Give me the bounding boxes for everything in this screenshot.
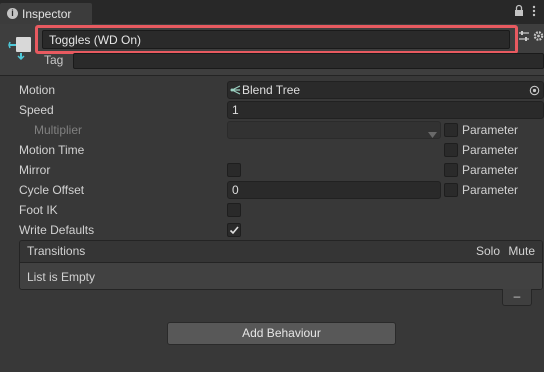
- state-name-field[interactable]: Toggles (WD On): [42, 30, 510, 49]
- checkmark-icon: [229, 226, 239, 235]
- write-defaults-row: Write Defaults: [0, 220, 544, 240]
- cycle-offset-field[interactable]: 0: [227, 181, 441, 199]
- solo-column-header: Solo: [475, 244, 500, 258]
- multiplier-row: Multiplier Parameter: [0, 120, 544, 140]
- tag-label: Tag: [44, 53, 64, 67]
- mirror-checkbox[interactable]: [227, 163, 241, 177]
- mirror-row: Mirror Parameter: [0, 160, 544, 180]
- state-header: Toggles (WD On) Tag: [0, 24, 544, 76]
- transitions-body: List is Empty: [20, 263, 542, 289]
- motion-time-row: Motion Time Parameter: [0, 140, 544, 160]
- multiplier-parameter-label: Parameter: [462, 123, 519, 137]
- transitions-header: Transitions Solo Mute: [20, 241, 542, 263]
- motion-time-parameter-checkbox[interactable]: [444, 143, 458, 157]
- mirror-parameter-label: Parameter: [462, 163, 519, 177]
- blend-tree-icon: [230, 84, 242, 100]
- cycle-offset-label: Cycle Offset: [19, 183, 85, 197]
- object-picker-icon[interactable]: [529, 84, 540, 100]
- multiplier-dropdown: [227, 121, 441, 139]
- foot-ik-row: Foot IK: [0, 200, 544, 220]
- speed-label: Speed: [19, 103, 54, 117]
- lock-icon[interactable]: [514, 4, 524, 18]
- motion-value: Blend Tree: [242, 83, 301, 97]
- foot-ik-label: Foot IK: [19, 203, 58, 217]
- foot-ik-checkbox[interactable]: [227, 203, 241, 217]
- mirror-label: Mirror: [19, 163, 51, 177]
- animator-state-icon: [8, 34, 34, 61]
- transitions-title: Transitions: [27, 244, 86, 258]
- add-behaviour-button[interactable]: Add Behaviour: [167, 322, 396, 345]
- dropdown-arrow-icon: [428, 127, 437, 141]
- cycle-offset-parameter-label: Parameter: [462, 183, 519, 197]
- cycle-offset-row: Cycle Offset 0 Parameter: [0, 180, 544, 200]
- cycle-offset-parameter-checkbox[interactable]: [444, 183, 458, 197]
- tab-inspector[interactable]: i Inspector: [0, 3, 92, 24]
- motion-row: Motion Blend Tree: [0, 80, 544, 100]
- empty-list-text: List is Empty: [27, 270, 96, 284]
- multiplier-parameter-checkbox[interactable]: [444, 123, 458, 137]
- transitions-list: Transitions Solo Mute List is Empty: [19, 240, 543, 290]
- motion-field[interactable]: Blend Tree: [227, 81, 544, 99]
- motion-time-label: Motion Time: [19, 143, 85, 157]
- motion-label: Motion: [19, 83, 56, 97]
- info-icon: i: [7, 8, 18, 19]
- mirror-parameter-checkbox[interactable]: [444, 163, 458, 177]
- speed-field[interactable]: 1: [227, 101, 544, 119]
- preset-icon[interactable]: [518, 30, 530, 45]
- write-defaults-label: Write Defaults: [19, 223, 95, 237]
- mute-column-header: Mute: [508, 244, 535, 258]
- speed-row: Speed 1: [0, 100, 544, 120]
- tag-field[interactable]: [73, 53, 544, 69]
- tab-title: Inspector: [22, 6, 72, 21]
- tab-bar: i Inspector: [0, 0, 544, 24]
- motion-time-parameter-label: Parameter: [462, 143, 519, 157]
- more-options-icon[interactable]: [532, 4, 536, 18]
- settings-gear-icon[interactable]: [533, 30, 544, 45]
- remove-transition-button[interactable]: –: [502, 289, 532, 306]
- multiplier-label: Multiplier: [34, 123, 83, 137]
- write-defaults-checkbox[interactable]: [227, 223, 241, 237]
